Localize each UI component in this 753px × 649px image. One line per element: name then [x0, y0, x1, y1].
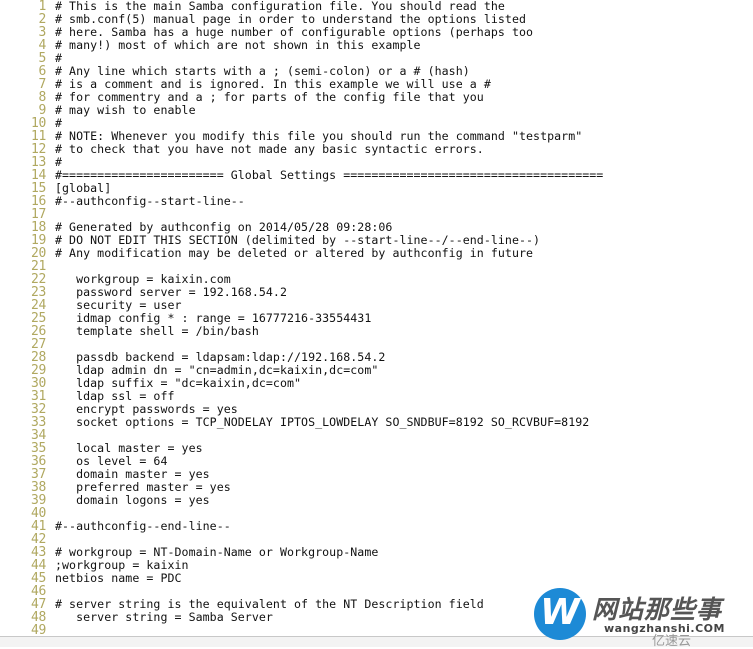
code-editor[interactable]: 1 # This is the main Samba configuration …: [0, 0, 753, 636]
line-text: netbios name = PDC: [55, 571, 182, 585]
code-line[interactable]: 14 #======================= Global Settin…: [0, 168, 753, 183]
code-line[interactable]: 33 socket options = TCP_NODELAY IPTOS_LO…: [0, 415, 753, 430]
code-line[interactable]: 20 # Any modification may be deleted or a…: [0, 246, 753, 261]
code-line[interactable]: 4 # many!) most of which are not shown in…: [0, 38, 753, 53]
code-line[interactable]: 9 # may wish to enable: [0, 103, 753, 118]
line-text: #--authconfig--start-line--: [55, 194, 245, 208]
watermark-logo-icon: W: [534, 588, 586, 640]
line-text: #--authconfig--end-line--: [55, 519, 231, 533]
code-line[interactable]: 12 # to check that you have not made any …: [0, 142, 753, 157]
line-text: # many!) most of which are not shown in …: [55, 38, 421, 52]
code-line[interactable]: 41 #--authconfig--end-line--: [0, 519, 753, 534]
line-text: # to check that you have not made any ba…: [55, 142, 484, 156]
watermark-brand: 亿速云: [652, 634, 692, 649]
code-line[interactable]: 26 template shell = /bin/bash: [0, 324, 753, 339]
line-number: 49: [30, 623, 46, 636]
line-text: # Any modification may be deleted or alt…: [55, 246, 534, 260]
line-text: domain logons = yes: [55, 493, 210, 507]
line-text: # may wish to enable: [55, 103, 196, 117]
line-text: template shell = /bin/bash: [55, 324, 259, 338]
line-text: socket options = TCP_NODELAY IPTOS_LOWDE…: [55, 415, 590, 429]
watermark: W 网站那些事 wangzhanshi.COM 亿速云: [534, 584, 753, 649]
line-text: #======================= Global Settings…: [55, 168, 604, 182]
line-text: server string = Samba Server: [55, 610, 273, 624]
code-line[interactable]: 16 #--authconfig--start-line--: [0, 194, 753, 209]
code-line[interactable]: 39 domain logons = yes: [0, 493, 753, 508]
watermark-title: 网站那些事: [592, 595, 723, 624]
